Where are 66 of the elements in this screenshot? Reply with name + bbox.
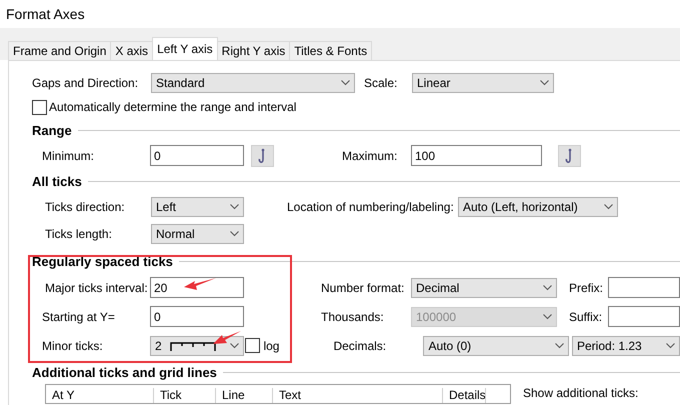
input-field[interactable] [608, 306, 680, 327]
hook-button[interactable] [558, 144, 581, 166]
caret-icon [666, 342, 675, 348]
field-label: Thousands: [321, 310, 385, 324]
dropdown[interactable]: Decimal [411, 278, 557, 298]
window-title: Format Axes [5, 5, 86, 24]
caret-icon [230, 230, 239, 236]
checkbox-label: Automatically determine the range and interval [49, 100, 296, 114]
field-label: Location of numbering/labeling: [287, 200, 455, 214]
caret-icon [543, 284, 552, 290]
minor-ticks-icon [170, 340, 216, 352]
field-label: Show additional ticks: [523, 386, 638, 401]
arrow-icon [183, 277, 217, 291]
dropdown[interactable]: Left [151, 196, 244, 216]
input-field[interactable]: 20 [150, 277, 244, 298]
input-field[interactable] [608, 277, 680, 298]
field-label: Suffix: [569, 310, 604, 324]
tab[interactable]: Frame and Origin [8, 41, 112, 60]
section-title: Regularly spaced ticks [32, 254, 173, 268]
tab[interactable]: Right Y axis [216, 41, 290, 60]
dropdown[interactable]: Auto (0) [423, 336, 570, 356]
hook-button[interactable] [251, 144, 274, 166]
field-label: Starting at Y= [42, 310, 116, 324]
column-header: Details [443, 388, 486, 403]
caret-icon [543, 314, 552, 320]
caret-icon [540, 80, 549, 86]
input-field[interactable]: 0 [150, 306, 244, 327]
tab[interactable]: Titles & Fonts [289, 41, 372, 60]
field-label: Minimum: [42, 148, 96, 162]
field-label: Ticks length: [45, 226, 113, 240]
field-label: Major ticks interval: [45, 280, 149, 294]
input-field[interactable]: 100 [411, 145, 542, 166]
column-header: At Y [46, 388, 154, 403]
field-label: Gaps and Direction: [32, 76, 140, 90]
caret-icon [555, 342, 564, 348]
checkbox-label: log [263, 338, 280, 352]
dropdown[interactable]: Auto (Left, horizontal) [458, 196, 618, 216]
caret-icon [341, 80, 350, 86]
dropdown[interactable]: Standard [151, 72, 355, 92]
field-label: Decimals: [333, 338, 388, 352]
caret-icon [230, 342, 239, 348]
checkbox[interactable] [245, 338, 260, 353]
caret-icon [230, 204, 239, 210]
column-header: Tick [154, 388, 216, 403]
section-title: All ticks [32, 174, 82, 188]
arrow-icon [212, 330, 242, 346]
caret-icon [604, 204, 613, 210]
hook-icon [564, 148, 574, 164]
field-label: Minor ticks: [42, 338, 104, 352]
checkbox[interactable] [32, 100, 47, 114]
section-title: Range [32, 122, 72, 138]
tab[interactable]: Left Y axis [152, 37, 218, 60]
field-label: Number format: [321, 280, 406, 294]
dropdown[interactable]: 2 [150, 336, 244, 356]
column-header: Line [216, 388, 273, 403]
dropdown[interactable]: Period: 1.23 [572, 336, 680, 356]
column-header: Text [273, 388, 443, 403]
field-label: Ticks direction: [45, 200, 126, 214]
field-label: Prefix: [569, 280, 604, 294]
dropdown[interactable]: Normal [151, 224, 244, 244]
dropdown[interactable]: Linear [412, 72, 554, 92]
hook-icon [258, 148, 268, 164]
input-field[interactable]: 0 [150, 145, 244, 166]
field-label: Maximum: [342, 148, 398, 162]
field-label: Scale: [364, 76, 398, 90]
section-title: Additional ticks and grid lines [32, 364, 217, 380]
